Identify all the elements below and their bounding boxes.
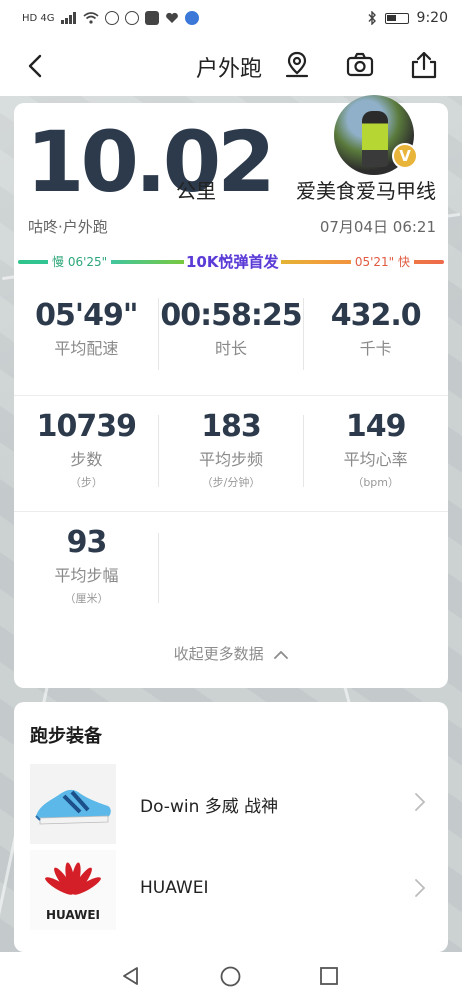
stat-unit: （步/分钟）	[201, 476, 261, 489]
gear-name: Do-win 多威 战神	[140, 797, 279, 817]
home-circle-icon[interactable]	[220, 966, 241, 987]
back-triangle-icon[interactable]	[121, 966, 141, 986]
stat-value: 05'49"	[35, 298, 138, 333]
battery-icon	[384, 12, 409, 24]
divider	[303, 415, 304, 487]
system-nav-bar	[0, 952, 462, 1000]
pace-fastest: 05'21" 快	[350, 253, 414, 270]
stat-value: 10739	[36, 409, 137, 444]
stat-unit: （bpm）	[352, 476, 400, 489]
stat-heart-rate: 149 平均心率 （bpm）	[303, 409, 448, 490]
camera-icon[interactable]	[345, 50, 375, 80]
shoe-image	[30, 764, 116, 844]
stat-unit: （厘米）	[64, 592, 109, 605]
stat-value: 183	[201, 409, 262, 444]
share-icon[interactable]	[409, 50, 439, 80]
wifi-icon	[82, 12, 99, 24]
stats-row-2: 10739 步数 （步） 183 平均步频 （步/分钟） 149 平均心率 （b…	[14, 409, 448, 490]
wechat-icon	[144, 11, 159, 25]
sport-label: 咕咚·户外跑	[28, 218, 108, 236]
network-indicator: HD 4G	[22, 12, 55, 24]
divider	[158, 533, 159, 603]
stats-row-3: 93 平均步幅 （厘米）	[14, 525, 448, 606]
location-pin-icon[interactable]	[282, 50, 312, 80]
divider	[303, 298, 304, 370]
run-summary-card: 10.02 公里 V 爱美食爱马甲线 咕咚·户外跑 07月04日 06:21 慢…	[14, 95, 448, 688]
page-title: 户外跑	[196, 57, 263, 82]
stat-label: 千卡	[359, 339, 392, 358]
divider	[14, 511, 448, 512]
browser-icon	[184, 11, 199, 25]
stat-calories: 432.0 千卡	[303, 298, 448, 359]
recents-square-icon[interactable]	[319, 966, 339, 986]
status-left: HD 4G	[22, 11, 199, 25]
nav-bar: 户外跑	[0, 36, 462, 96]
gear-item-huawei[interactable]: HUAWEI HUAWEI	[14, 850, 448, 930]
verified-badge: V	[392, 143, 418, 169]
huawei-logo-icon	[45, 862, 101, 895]
stat-label: 平均步频	[199, 450, 264, 469]
stat-value: 00:58:25	[160, 298, 302, 333]
huawei-logo: HUAWEI	[30, 850, 116, 930]
stat-unit: （步）	[69, 476, 103, 489]
running-shoe-icon	[35, 789, 111, 825]
running-gear-card: 跑步装备 Do-win 多威 战神 HUAWEI HUAWEI	[14, 702, 448, 952]
gear-item-shoes[interactable]: Do-win 多威 战神	[14, 764, 448, 844]
stat-stride: 93 平均步幅 （厘米）	[14, 525, 159, 606]
stat-duration: 00:58:25 时长	[159, 298, 304, 359]
huawei-logo-text: HUAWEI	[45, 908, 101, 922]
stat-value: 432.0	[330, 298, 422, 333]
run-datetime: 07月04日 06:21	[319, 218, 436, 236]
chevron-right-icon	[415, 793, 426, 811]
status-right: 9:20	[367, 10, 448, 26]
stat-label: 平均步幅	[54, 566, 119, 585]
status-bar: HD 4G 9:20	[0, 0, 462, 36]
pace-range-bar: 慢 06'25" 10K悦弹首发 05'21" 快	[18, 251, 444, 273]
gear-section-title: 跑步装备	[30, 726, 102, 747]
back-icon[interactable]	[22, 52, 50, 80]
divider	[158, 415, 159, 487]
stat-label: 步数	[70, 450, 103, 469]
stat-cadence: 183 平均步频 （步/分钟）	[159, 409, 304, 490]
distance-unit: 公里	[176, 179, 216, 203]
stat-label: 平均心率	[343, 450, 408, 469]
k-app-icon	[124, 11, 139, 25]
pace-slowest: 慢 06'25"	[48, 253, 112, 270]
avatar-photo	[362, 111, 388, 167]
divider	[14, 395, 448, 396]
divider	[158, 298, 159, 370]
app-notification-icon	[104, 11, 119, 25]
stat-avg-pace: 05'49" 平均配速	[14, 298, 159, 359]
collapse-more-data-button[interactable]: 收起更多数据	[14, 643, 448, 664]
gear-name: HUAWEI	[140, 878, 209, 898]
distance-value: 10.02	[26, 113, 276, 211]
stat-label: 时长	[215, 339, 248, 358]
stat-value: 149	[345, 409, 407, 444]
chevron-right-icon	[415, 879, 426, 897]
signal-icon	[60, 12, 76, 24]
stat-steps: 10739 步数 （步）	[14, 409, 159, 490]
bluetooth-icon	[368, 11, 376, 25]
heart-icon	[165, 12, 178, 23]
stat-label: 平均配速	[54, 339, 119, 358]
stat-value: 93	[66, 525, 108, 560]
stats-row-1: 05'49" 平均配速 00:58:25 时长 432.0 千卡	[14, 298, 448, 359]
chevron-up-icon	[274, 650, 289, 659]
collapse-label: 收起更多数据	[173, 645, 264, 663]
event-label[interactable]: 10K悦弹首发	[184, 251, 281, 272]
clock: 9:20	[416, 10, 448, 26]
username[interactable]: 爱美食爱马甲线	[296, 175, 436, 204]
